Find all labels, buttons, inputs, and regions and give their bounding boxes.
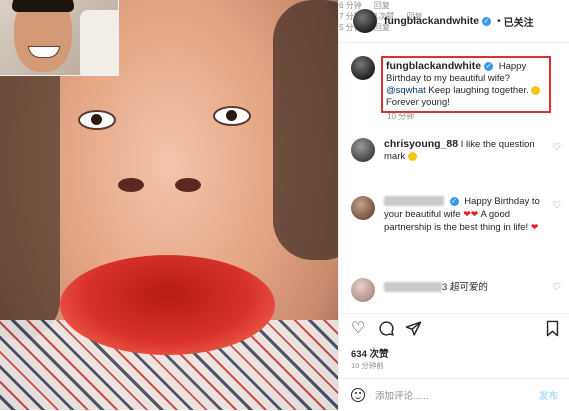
add-comment-bar: 添加评论...... 发布 <box>339 378 569 411</box>
caption: fungblackandwhite ✓ Happy Birthday to my … <box>351 56 561 113</box>
post-time-ago: 10 分钟前 <box>351 361 384 370</box>
verified-badge-icon: ✓ <box>449 196 459 206</box>
avatar[interactable] <box>351 196 375 220</box>
laughing-emoji-icon <box>531 85 541 95</box>
photo-detail <box>0 40 60 340</box>
emoji-icon[interactable] <box>351 388 365 402</box>
heart-icon[interactable]: ♡ <box>351 320 365 338</box>
comment-item: chrisyoung_88 I like the question mark ♡ <box>351 138 563 163</box>
photo-detail <box>175 178 201 192</box>
caption-time: 10 分钟 <box>387 112 415 121</box>
comment-input[interactable]: 添加评论...... <box>375 388 539 402</box>
header-separator: • <box>497 15 501 27</box>
caption-username[interactable]: fungblackandwhite <box>386 60 481 72</box>
comment-username[interactable]: chrisyoung_88 <box>384 138 458 150</box>
blurred-username <box>384 196 444 207</box>
bookmark-icon[interactable] <box>545 320 560 338</box>
photo-detail <box>60 255 275 355</box>
action-bar: ♡ <box>339 313 569 344</box>
caption-text: Keep laughing together. <box>428 85 529 96</box>
share-icon[interactable] <box>405 320 422 338</box>
photo-detail <box>118 178 144 192</box>
avatar[interactable] <box>353 9 377 33</box>
photo-detail <box>213 106 251 126</box>
post-side-panel: fungblackandwhite ✓ • 已关注 fungblackandwh… <box>338 0 569 410</box>
caption-mention-link[interactable]: @sqwhat <box>386 85 426 96</box>
avatar[interactable] <box>351 278 375 302</box>
likes-count[interactable]: 634 次赞 <box>351 346 389 360</box>
verified-badge-icon: ✓ <box>482 16 492 26</box>
photo-detail <box>12 0 74 12</box>
photo-detail <box>78 110 116 130</box>
post-header: fungblackandwhite ✓ • 已关注 <box>339 0 569 43</box>
comment-body: chrisyoung_88 I like the question mark <box>384 138 549 163</box>
photo-detail <box>80 10 118 75</box>
header-username[interactable]: fungblackandwhite <box>384 15 479 27</box>
heart-icon[interactable]: ♡ <box>552 142 561 153</box>
caption-highlight-box: fungblackandwhite ✓ Happy Birthday to my … <box>381 56 551 113</box>
comment-item: ✓ Happy Birthday to your beautiful wife … <box>351 196 563 234</box>
caption-text: Forever young! <box>386 97 450 108</box>
red-heart-emoji-icon: ❤❤ <box>463 209 479 219</box>
comment-body: ✓ Happy Birthday to your beautiful wife … <box>384 196 549 234</box>
avatar[interactable] <box>351 138 375 162</box>
comment-item: 3 超可爱的 ♡ <box>351 278 563 302</box>
comment-icon[interactable] <box>378 320 395 338</box>
heart-icon[interactable]: ♡ <box>552 200 561 211</box>
avatar[interactable] <box>351 56 375 80</box>
verified-badge-icon: ✓ <box>484 61 494 71</box>
blurred-username <box>384 282 442 293</box>
video-call-inset <box>0 0 119 76</box>
heart-icon[interactable]: ♡ <box>552 282 561 293</box>
red-heart-emoji-icon: ❤ <box>530 222 539 232</box>
post-comment-button[interactable]: 发布 <box>539 388 558 402</box>
comment-body: 3 超可爱的 <box>384 278 549 302</box>
follow-status-button[interactable]: 已关注 <box>504 14 534 29</box>
comment-text: 3 超可爱的 <box>442 282 488 293</box>
post-photo[interactable] <box>0 0 338 410</box>
laughing-emoji-icon <box>407 151 417 161</box>
photo-detail <box>273 0 338 260</box>
